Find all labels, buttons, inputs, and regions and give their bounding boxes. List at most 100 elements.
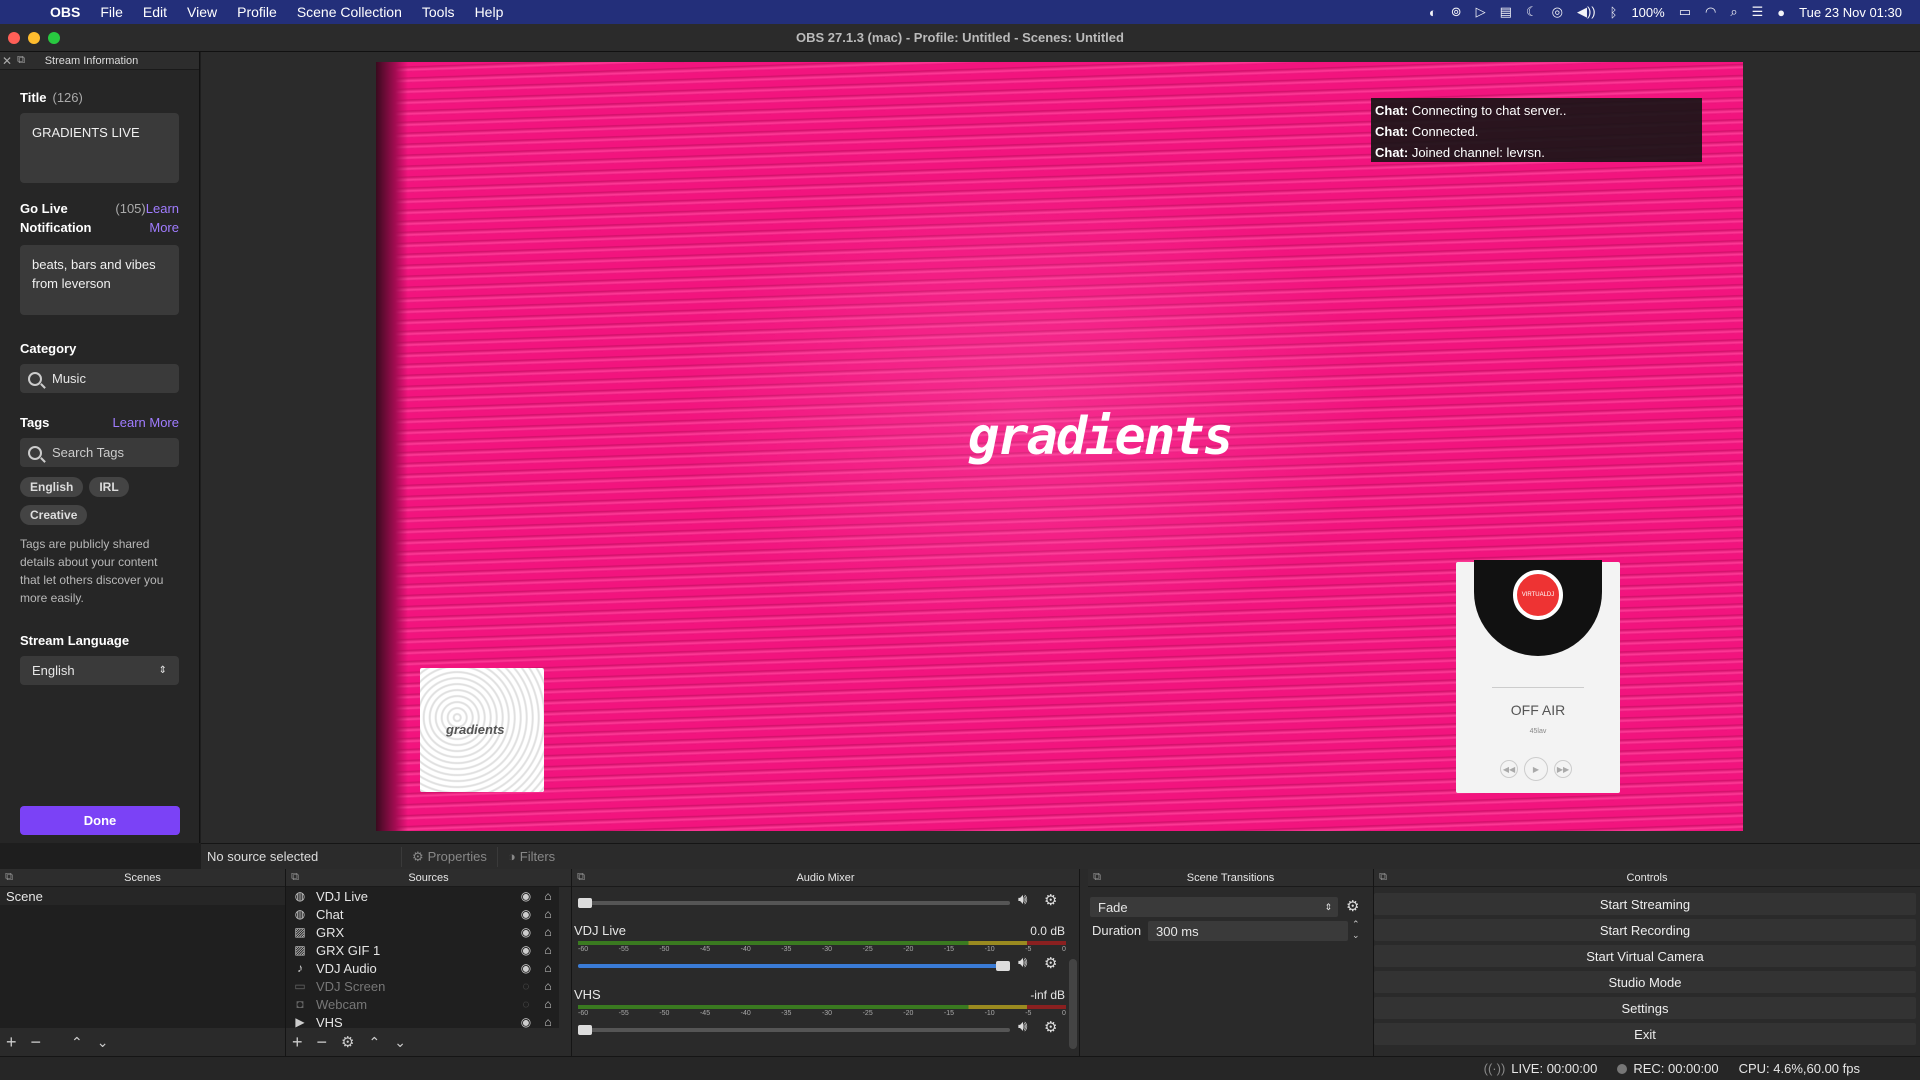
tag-irl[interactable]: IRL [89, 477, 129, 497]
tag-creative[interactable]: Creative [20, 505, 88, 525]
lock-icon[interactable]: ⌂ [537, 925, 559, 939]
start-recording-button[interactable]: Start Recording [1374, 919, 1916, 941]
source-item[interactable]: ◍ Chat ◉ ⌂ [286, 905, 559, 923]
menu-clock[interactable]: Tue 23 Nov 01:30 [1799, 5, 1902, 20]
lock-icon[interactable]: ⌂ [537, 979, 559, 993]
gear-icon[interactable]: ⚙ [341, 1033, 354, 1051]
battery-icon[interactable]: ▭ [1679, 4, 1691, 20]
category-input[interactable]: Music [20, 364, 179, 393]
zoom-window-button[interactable] [48, 32, 60, 44]
airdrop-icon[interactable]: ◎ [1552, 4, 1563, 20]
volume-knob[interactable] [996, 961, 1010, 971]
lock-icon[interactable]: ⌂ [537, 997, 559, 1011]
float-dock-icon[interactable]: ⧉ [14, 54, 28, 67]
menu-view[interactable]: View [177, 4, 227, 20]
eye-hidden-icon[interactable]: ◌ [515, 979, 537, 993]
mixer-scrollbar[interactable] [1069, 959, 1077, 1049]
float-dock-icon[interactable]: ⧉ [1374, 871, 1392, 884]
volume-icon[interactable]: ◀)) [1577, 4, 1596, 20]
eye-icon[interactable]: ◉ [515, 907, 537, 921]
duration-input[interactable]: 300 ms [1148, 921, 1348, 941]
eye-hidden-icon[interactable]: ◌ [515, 997, 537, 1011]
add-scene-icon[interactable]: + [6, 1032, 17, 1053]
eye-icon[interactable]: ◉ [515, 1015, 537, 1028]
add-source-icon[interactable]: + [292, 1032, 303, 1053]
keyboard-icon[interactable]: ▤ [1500, 4, 1512, 20]
gear-icon[interactable]: ⚙ [1044, 954, 1057, 972]
source-item[interactable]: ▭ VDJ Screen ◌ ⌂ [286, 977, 559, 995]
duration-stepper[interactable]: ⌃ ⌄ [1352, 919, 1360, 941]
title-input[interactable]: GRADIENTS LIVE [20, 113, 179, 183]
remove-scene-icon[interactable]: − [31, 1032, 42, 1053]
close-window-button[interactable] [8, 32, 20, 44]
done-button[interactable]: Done [20, 806, 180, 835]
gear-icon[interactable]: ⚙ [1044, 891, 1057, 909]
stream-language-select[interactable]: English ⇕ [20, 656, 179, 685]
lock-icon[interactable]: ⌂ [537, 1015, 559, 1028]
lock-icon[interactable]: ⌂ [537, 889, 559, 903]
move-down-icon[interactable]: ⌄ [97, 1034, 109, 1051]
eye-icon[interactable]: ◉ [515, 889, 537, 903]
menu-app[interactable]: OBS [40, 4, 90, 20]
volume-slider-partial[interactable] [578, 898, 1010, 908]
eye-icon[interactable]: ◉ [515, 943, 537, 957]
menu-tools[interactable]: Tools [412, 4, 465, 20]
source-item[interactable]: ▨ GRX GIF 1 ◉ ⌂ [286, 941, 559, 959]
eye-icon[interactable]: ◉ [515, 925, 537, 939]
lock-icon[interactable]: ⌂ [537, 961, 559, 975]
float-dock-icon[interactable]: ⧉ [1088, 871, 1106, 884]
properties-button[interactable]: ⚙ Properties [401, 846, 497, 867]
exit-button[interactable]: Exit [1374, 1023, 1916, 1045]
tags-learn-more-link[interactable]: Learn More [113, 415, 179, 430]
moon-icon[interactable]: ☾ [1526, 4, 1538, 20]
volume-slider[interactable] [578, 1025, 1010, 1035]
eye-icon[interactable]: ◉ [515, 961, 537, 975]
move-up-icon[interactable]: ⌃ [368, 1034, 380, 1051]
float-dock-icon[interactable]: ⧉ [286, 871, 304, 884]
obs-tray-icon[interactable]: ◐ [1429, 5, 1437, 20]
scene-item[interactable]: Scene [0, 887, 285, 905]
golive-learn-more-link[interactable]: Learn More [146, 199, 179, 237]
filters-button[interactable]: ◑ Filters [496, 846, 565, 867]
menu-help[interactable]: Help [465, 4, 514, 20]
tags-search-input[interactable]: Search Tags [20, 438, 179, 467]
transition-select[interactable]: Fade ⇕ [1090, 897, 1338, 917]
menu-profile[interactable]: Profile [227, 4, 287, 20]
speaker-icon[interactable]: 🔊︎ [1018, 1018, 1027, 1035]
lock-icon[interactable]: ⌂ [537, 907, 559, 921]
menu-scene-collection[interactable]: Scene Collection [287, 4, 412, 20]
bluetooth-icon[interactable]: ᛒ [1610, 5, 1618, 20]
siri-icon[interactable]: ● [1777, 5, 1785, 20]
volume-slider[interactable] [578, 961, 1010, 971]
source-item[interactable]: ◍ VDJ Live ◉ ⌂ [286, 887, 559, 905]
volume-knob[interactable] [578, 898, 592, 908]
source-item[interactable]: ▶ VHS ◉ ⌂ [286, 1013, 559, 1029]
speaker-icon[interactable]: 🔊︎ [1018, 954, 1027, 971]
gear-icon[interactable]: ⚙ [1044, 1018, 1057, 1036]
start-virtual-camera-button[interactable]: Start Virtual Camera [1374, 945, 1916, 967]
close-dock-icon[interactable]: ✕ [0, 54, 14, 68]
move-down-icon[interactable]: ⌄ [394, 1034, 406, 1051]
golive-notification-input[interactable]: beats, bars and vibes from leverson [20, 245, 179, 315]
speaker-icon[interactable]: 🔊︎ [1018, 891, 1027, 908]
float-dock-icon[interactable]: ⧉ [572, 871, 590, 884]
wifi-icon[interactable]: ◠ [1705, 4, 1716, 20]
remove-source-icon[interactable]: − [317, 1032, 328, 1053]
settings-button[interactable]: Settings [1374, 997, 1916, 1019]
tag-english[interactable]: English [20, 477, 84, 497]
move-up-icon[interactable]: ⌃ [71, 1034, 83, 1051]
play-tray-icon[interactable]: ▷ [1476, 4, 1486, 20]
spotlight-icon[interactable]: ⌕ [1730, 4, 1737, 20]
minimize-window-button[interactable] [28, 32, 40, 44]
float-dock-icon[interactable]: ⧉ [0, 871, 18, 884]
start-streaming-button[interactable]: Start Streaming [1374, 893, 1916, 915]
studio-mode-button[interactable]: Studio Mode [1374, 971, 1916, 993]
menu-edit[interactable]: Edit [133, 4, 177, 20]
gear-icon[interactable]: ⚙ [1346, 897, 1359, 915]
source-item[interactable]: ♪ VDJ Audio ◉ ⌂ [286, 959, 559, 977]
menu-file[interactable]: File [90, 4, 133, 20]
lock-icon[interactable]: ⌂ [537, 943, 559, 957]
recording-tray-icon[interactable]: ⊚ [1451, 4, 1462, 20]
source-item[interactable]: ▨ GRX ◉ ⌂ [286, 923, 559, 941]
volume-knob[interactable] [578, 1025, 592, 1035]
